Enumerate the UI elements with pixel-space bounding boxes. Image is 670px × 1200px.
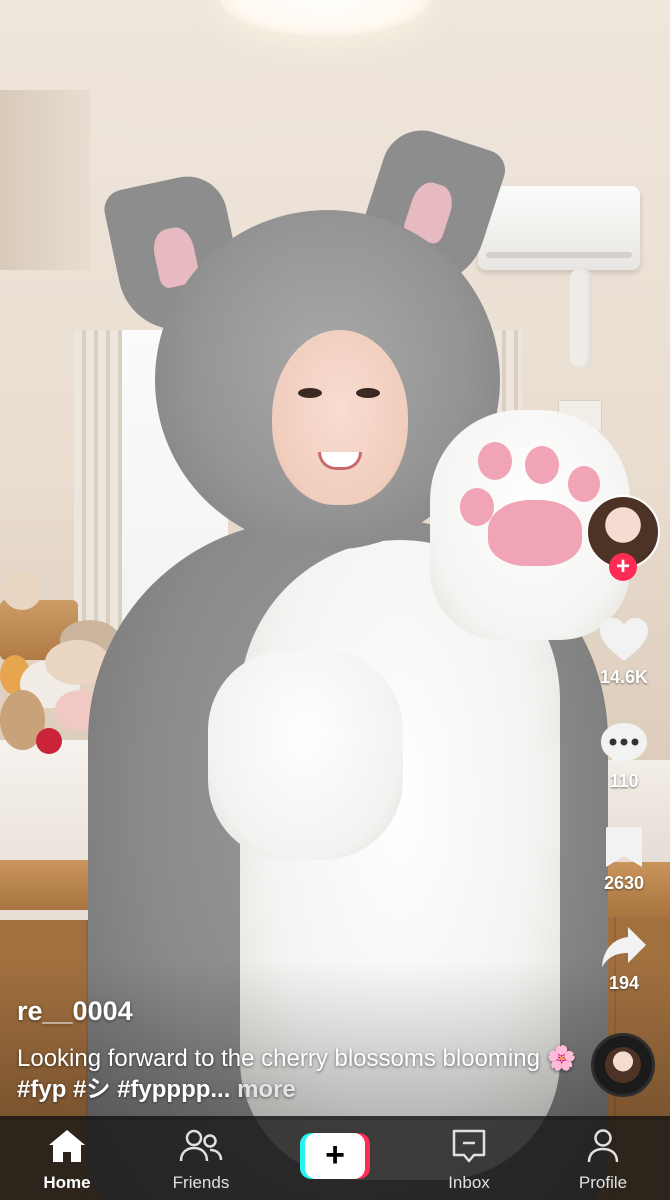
curtain-left — [74, 330, 122, 630]
save-button[interactable]: 2630 — [584, 825, 664, 894]
profile-icon — [587, 1129, 619, 1163]
nav-friends[interactable]: Friends — [134, 1116, 268, 1200]
share-count: 194 — [608, 973, 640, 993]
plush-toy — [36, 728, 62, 754]
nav-home[interactable]: Home — [0, 1116, 134, 1200]
music-disc[interactable] — [591, 1033, 655, 1097]
nav-home-label: Home — [43, 1173, 91, 1192]
person-face — [272, 330, 408, 505]
comment-button[interactable]: 110 — [584, 721, 664, 792]
video-caption[interactable]: Looking forward to the cherry blossoms b… — [17, 1043, 577, 1105]
inbox-icon — [452, 1129, 486, 1163]
creator-avatar-group[interactable]: + — [586, 495, 660, 581]
comment-bubble-icon — [601, 723, 647, 766]
caption-text: Looking forward to the cherry blossoms b… — [17, 1045, 540, 1072]
air-conditioner — [478, 186, 640, 270]
follow-button[interactable]: + — [609, 553, 637, 581]
wall-corner — [0, 90, 90, 270]
comment-count: 110 — [609, 771, 639, 791]
cherry-blossom-emoji: 🌸 — [546, 1045, 577, 1072]
like-heart-icon — [600, 618, 648, 661]
hashtag[interactable]: #シ — [73, 1076, 110, 1103]
resting-paw — [208, 650, 403, 860]
share-arrow-icon — [602, 927, 646, 967]
bookmark-icon — [606, 827, 642, 867]
nav-profile[interactable]: Profile — [536, 1116, 670, 1200]
home-icon — [49, 1130, 85, 1162]
save-count: 2630 — [603, 873, 645, 893]
nav-inbox-label: Inbox — [448, 1173, 490, 1192]
plush-toy — [2, 570, 42, 610]
hashtag[interactable]: #fypppp... — [117, 1076, 230, 1103]
creator-username[interactable]: re__0004 — [17, 996, 133, 1027]
nav-inbox[interactable]: Inbox — [402, 1116, 536, 1200]
ceiling-lamp — [220, 0, 430, 36]
friends-icon — [179, 1129, 223, 1162]
like-count: 14.6K — [599, 667, 649, 687]
nav-friends-label: Friends — [172, 1173, 230, 1192]
aircon-pipe — [570, 268, 592, 368]
share-button[interactable]: 194 — [584, 925, 664, 994]
create-button[interactable]: + — [300, 1133, 370, 1179]
caption-more-link[interactable]: more — [237, 1076, 296, 1103]
nav-profile-label: Profile — [578, 1173, 628, 1192]
hashtag[interactable]: #fyp — [17, 1076, 66, 1103]
like-button[interactable]: 14.6K — [584, 617, 664, 688]
create-plus-icon: + — [305, 1133, 365, 1179]
